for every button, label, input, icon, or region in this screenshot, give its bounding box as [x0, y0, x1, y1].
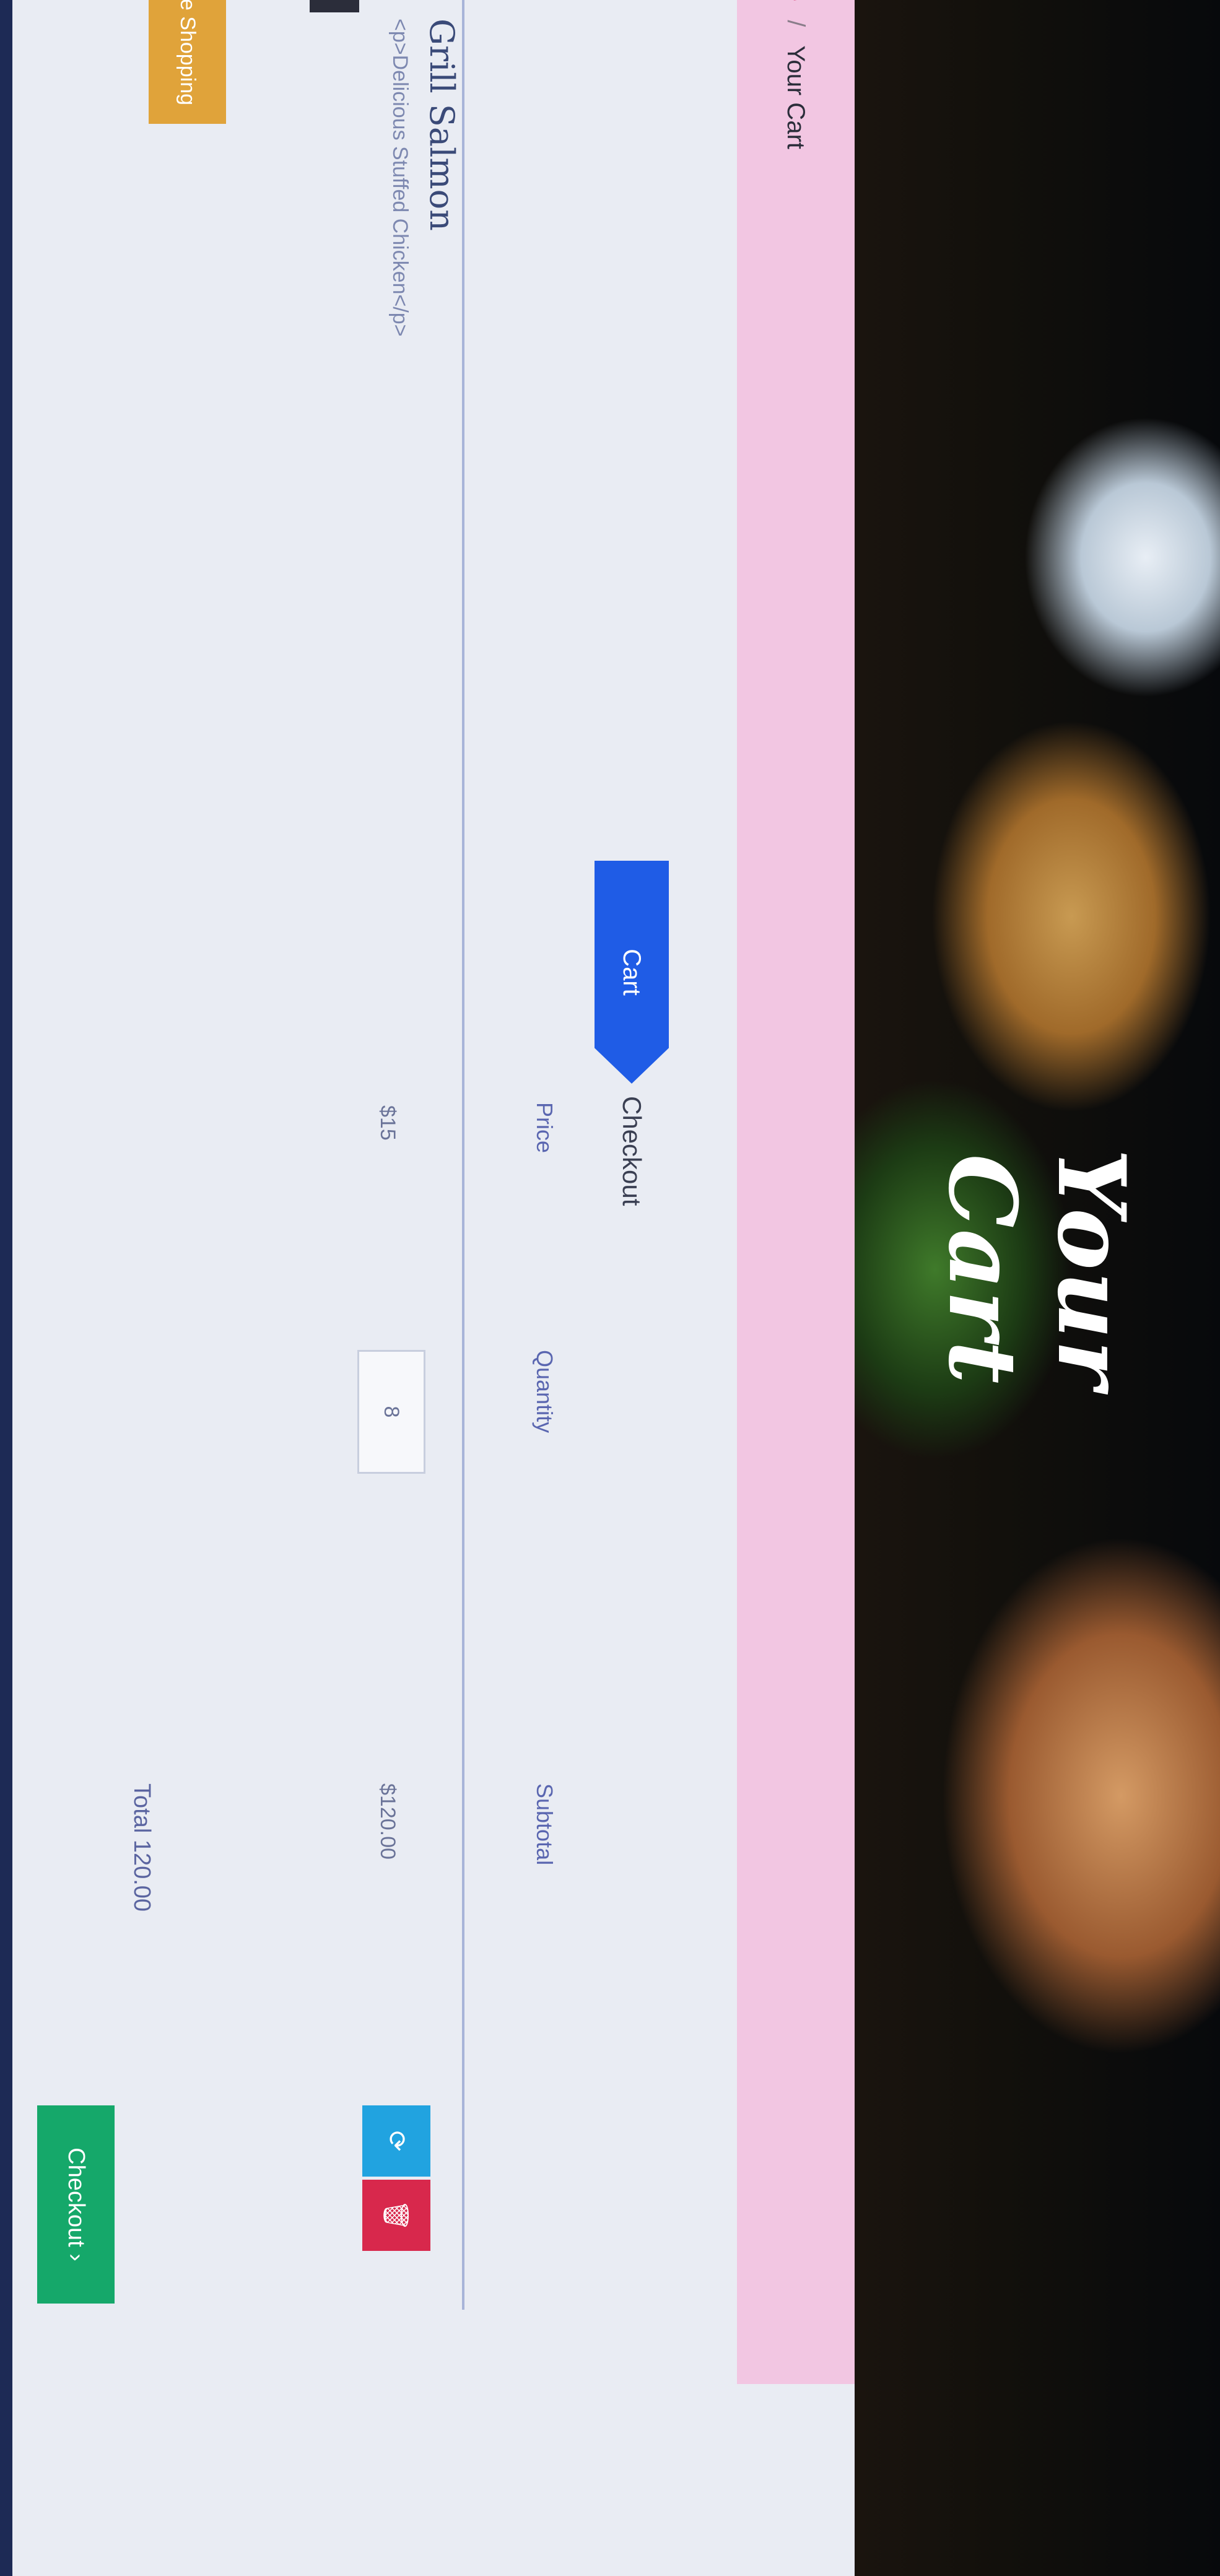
column-header-quantity: Quantity	[532, 1350, 557, 1434]
step-checkout[interactable]: Checkout	[617, 1096, 647, 1206]
product-price: $15	[376, 1105, 399, 1141]
checkout-steps: Cart Checkout	[595, 861, 669, 1206]
page: Your Cart e / Your Cart Cart Checkout Pr…	[0, 0, 1220, 2576]
checkout-button[interactable]: Checkout ›	[37, 2105, 115, 2304]
screen-bezel	[0, 0, 12, 2576]
breadcrumb-current: Your Cart	[782, 45, 810, 149]
step-cart[interactable]: Cart	[595, 861, 669, 1084]
column-header-price: Price	[532, 1102, 557, 1154]
page-title: Your Cart	[928, 1148, 1146, 1391]
breadcrumb: e / Your Cart	[737, 0, 855, 2384]
row-indicator	[310, 0, 359, 12]
continue-shopping-button[interactable]: e Shopping	[149, 0, 226, 124]
hero-banner: Your Cart	[855, 0, 1220, 2576]
table-row: Grill Salmon <p>Delicious Stuffed Chicke…	[263, 0, 461, 2310]
breadcrumb-separator: /	[782, 20, 810, 27]
column-header-subtotal: Subtotal	[532, 1783, 557, 1866]
product-name[interactable]: Grill Salmon	[422, 19, 461, 231]
refresh-icon: ⟳	[383, 2130, 410, 2152]
breadcrumb-home-link[interactable]: e	[782, 0, 810, 1]
quantity-input[interactable]	[357, 1350, 425, 1474]
product-subtotal: $120.00	[376, 1783, 399, 1860]
trash-icon: 🗑	[382, 2200, 410, 2231]
table-header: Price Quantity Subtotal	[462, 0, 570, 2310]
cart-total: Total 120.00	[129, 1783, 155, 1912]
product-description: <p>Delicious Stuffed Chicken</p>	[388, 19, 412, 337]
remove-item-button[interactable]: 🗑	[362, 2180, 430, 2251]
update-quantity-button[interactable]: ⟳	[362, 2105, 430, 2177]
